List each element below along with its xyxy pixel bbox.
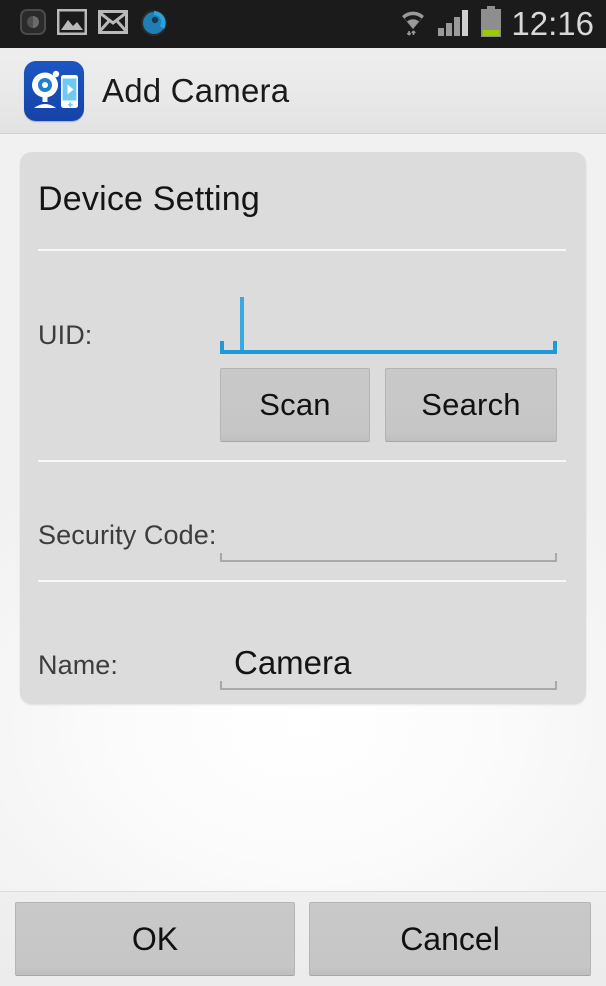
security-code-input[interactable] — [220, 500, 557, 562]
uid-row: UID: — [20, 282, 586, 362]
uid-action-buttons: Scan Search — [20, 368, 586, 444]
mail-envelope-icon — [98, 9, 128, 39]
uid-underline — [220, 350, 557, 354]
scan-button[interactable]: Scan — [220, 368, 370, 442]
card-title: Device Setting — [38, 180, 261, 218]
camera-phone-app-icon[interactable] — [24, 60, 84, 121]
text-caret — [240, 297, 244, 352]
system-status-icons: 12:16 — [398, 0, 594, 48]
name-row: Name: Camera — [20, 614, 586, 700]
bottom-button-bar: OK Cancel — [0, 891, 606, 986]
cancel-button[interactable]: Cancel — [309, 902, 591, 976]
name-label: Name: — [38, 650, 119, 680]
ok-button[interactable]: OK — [15, 902, 295, 976]
cell-signal-icon — [437, 7, 471, 42]
blue-circle-app-icon — [139, 7, 169, 42]
phone-screen: 12:16 Add Camera Device Setting UID: Sca… — [0, 0, 606, 986]
security-code-tick-left — [220, 553, 222, 562]
wifi-icon — [398, 7, 428, 42]
gallery-image-icon — [56, 8, 88, 40]
security-code-label: Security Code: — [38, 520, 217, 550]
search-button[interactable]: Search — [385, 368, 557, 442]
name-tick-left — [220, 681, 222, 690]
security-code-underline — [220, 560, 557, 562]
app-badge-icon — [20, 8, 46, 40]
divider-3 — [38, 580, 566, 582]
uid-underline-tick-right — [553, 341, 557, 354]
divider-2 — [38, 460, 566, 462]
uid-input[interactable] — [220, 292, 557, 354]
content-area: Device Setting UID: Scan Search Security… — [0, 134, 606, 891]
name-tick-right — [555, 681, 557, 690]
status-clock: 12:16 — [511, 5, 594, 42]
uid-label: UID: — [38, 320, 93, 350]
security-code-row: Security Code: — [20, 492, 586, 572]
action-bar: Add Camera — [0, 48, 606, 134]
uid-underline-tick-left — [220, 341, 224, 354]
notification-icons — [0, 7, 169, 42]
battery-icon — [480, 5, 502, 43]
name-underline — [220, 688, 557, 690]
device-setting-card: Device Setting UID: Scan Search Security… — [20, 152, 586, 704]
name-value: Camera — [234, 644, 352, 681]
security-code-tick-right — [555, 553, 557, 562]
divider-1 — [38, 249, 566, 251]
status-bar: 12:16 — [0, 0, 606, 48]
name-input[interactable]: Camera — [220, 624, 557, 690]
page-title: Add Camera — [102, 71, 290, 109]
